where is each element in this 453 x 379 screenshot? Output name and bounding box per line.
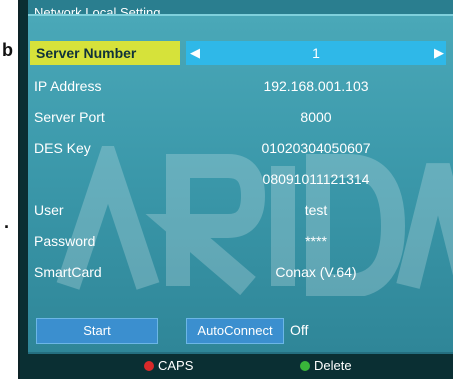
setting-label: Server Port bbox=[34, 109, 105, 125]
green-key-hint: Delete bbox=[300, 358, 352, 373]
setting-value: 192.168.001.103 bbox=[263, 78, 369, 94]
settings-list: Server Number ◀ 1 ▶ IP Address 192.168.0… bbox=[28, 40, 453, 288]
setting-value: 1 bbox=[312, 45, 320, 61]
setting-value: 08091011121314 bbox=[262, 171, 370, 187]
row-des-key-cont[interactable]: 08091011121314 bbox=[28, 164, 453, 195]
row-server-number[interactable]: Server Number ◀ 1 ▶ bbox=[28, 40, 453, 71]
setting-label: Password bbox=[34, 233, 96, 249]
row-smartcard[interactable]: SmartCard Conax (V.64) bbox=[28, 257, 453, 288]
setting-label: DES Key bbox=[34, 140, 91, 156]
red-hint-label: CAPS bbox=[158, 358, 194, 373]
setting-value: 8000 bbox=[300, 109, 332, 125]
row-server-port[interactable]: Server Port 8000 bbox=[28, 102, 453, 133]
setting-label: IP Address bbox=[34, 78, 102, 94]
green-key-icon bbox=[300, 361, 310, 371]
start-button[interactable]: Start bbox=[36, 318, 158, 344]
row-des-key[interactable]: DES Key 01020304050607 bbox=[28, 133, 453, 164]
setting-label: User bbox=[34, 202, 64, 218]
setting-value: Conax (V.64) bbox=[275, 264, 357, 280]
setting-value: 01020304050607 bbox=[261, 140, 371, 156]
footer-hints: CAPS Delete bbox=[20, 356, 453, 379]
row-user[interactable]: User test bbox=[28, 195, 453, 226]
autoconnect-button[interactable]: AutoConnect bbox=[186, 318, 284, 344]
settings-panel: Server Number ◀ 1 ▶ IP Address 192.168.0… bbox=[28, 14, 453, 354]
autoconnect-value: Off bbox=[290, 322, 309, 338]
row-password[interactable]: Password **** bbox=[28, 226, 453, 257]
red-key-hint: CAPS bbox=[144, 358, 193, 373]
setting-label: SmartCard bbox=[34, 264, 102, 280]
red-key-icon bbox=[144, 361, 154, 371]
edge-text-fragment: . bbox=[4, 212, 10, 232]
setting-label: Server Number bbox=[36, 45, 137, 61]
tv-screen: Network Local Setting Server Number ◀ 1 … bbox=[18, 0, 453, 379]
arrow-right-icon[interactable]: ▶ bbox=[434, 45, 444, 61]
row-ip-address[interactable]: IP Address 192.168.001.103 bbox=[28, 71, 453, 102]
edge-text-fragment: b bbox=[2, 40, 13, 60]
setting-value: **** bbox=[305, 233, 327, 249]
green-hint-label: Delete bbox=[314, 358, 352, 373]
setting-value: test bbox=[304, 202, 328, 218]
